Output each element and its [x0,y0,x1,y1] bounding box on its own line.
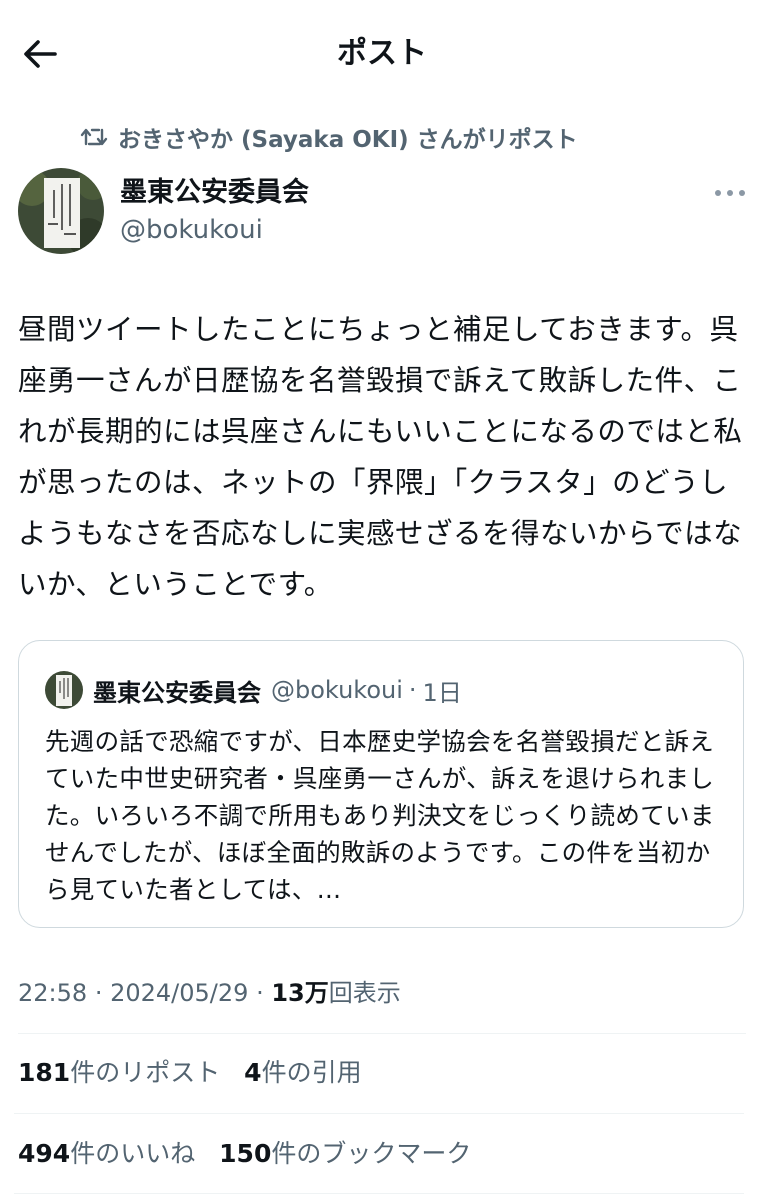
views-label: 回表示 [328,979,401,1007]
views-count: 13万 [271,979,329,1007]
quoted-author-avatar [45,671,83,709]
reposts-label: 件のリポスト [70,1058,221,1087]
quotes-label: 件の引用 [261,1058,362,1087]
tweet-date[interactable]: 2024/05/29 [110,979,248,1007]
meta-separator: · [256,979,264,1007]
tweet-meta: 22:58 · 2024/05/29 · 13万回表示 [18,974,401,1012]
more-horizontal-icon [715,190,745,196]
quoted-header: 墨東公安委員会 @bokukoui · 1日 [93,671,462,709]
meta-separator: · [94,979,103,1007]
reposts-count: 181 [18,1058,71,1087]
likes-stat[interactable]: 494件のいいね [18,1139,195,1168]
quoted-separator: · [408,676,417,704]
likes-count: 494 [18,1139,71,1168]
quoted-author-handle: @bokukoui [271,676,403,704]
divider [14,1193,744,1194]
quoted-author-name: 墨東公安委員会 [93,678,261,707]
more-options-button[interactable] [710,180,750,206]
page-title: ポスト [337,36,427,71]
bookmarks-label: 件のブックマーク [271,1139,472,1168]
divider [18,1033,746,1034]
quoted-tweet[interactable]: 墨東公安委員会 @bokukoui · 1日 先週の話で恐縮ですが、日本歴史学協… [18,640,744,928]
author-name[interactable]: 墨東公安委員会 [120,175,309,211]
quotes-count: 4 [244,1058,262,1087]
tweet-time[interactable]: 22:58 [18,979,87,1007]
stats-row-likes: 494件のいいね 150件のブックマーク [18,1134,471,1174]
stats-row-reposts: 181件のリポスト 4件の引用 [18,1053,362,1093]
author-handle[interactable]: @bokukoui [120,212,263,248]
quoted-time: 1日 [422,678,462,707]
quoted-text: 先週の話で恐縮ですが、日本歴史学協会を名誉毀損だと訴えていた中世史研究者・呉座勇… [45,727,715,904]
bookmarks-count: 150 [219,1139,272,1168]
bookmarks-stat[interactable]: 150件のブックマーク [219,1139,471,1168]
repost-icon [80,128,108,146]
author-avatar[interactable] [18,168,104,254]
reposts-stat[interactable]: 181件のリポスト [18,1058,220,1087]
repost-indicator[interactable]: おきさやか (Sayaka OKI) さんがリポスト [80,120,578,154]
likes-label: 件のいいね [70,1139,196,1168]
divider [14,1113,744,1114]
repost-text: おきさやか (Sayaka OKI) さんがリポスト [118,127,578,153]
tweet-text: 昼間ツイートしたことにちょっと補足しておきます。呉座勇一さんが日歴協を名誉毀損で… [18,313,743,601]
top-bar: ポスト [0,0,764,108]
quotes-stat[interactable]: 4件の引用 [244,1058,361,1087]
